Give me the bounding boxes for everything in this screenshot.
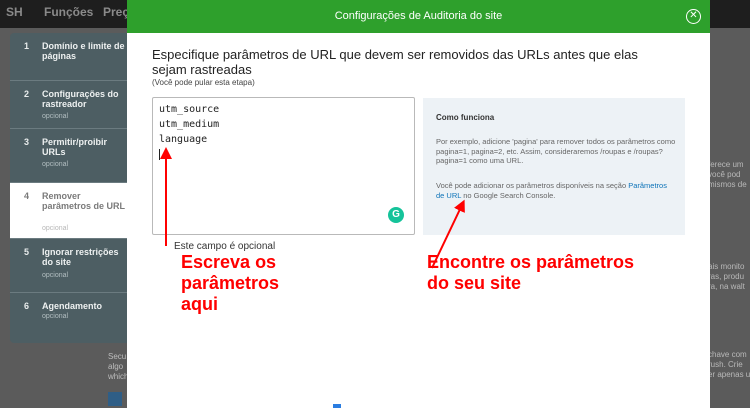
background-tool-icon — [108, 392, 122, 406]
textarea-line: utm_source — [159, 104, 220, 115]
textarea-line: language — [159, 134, 208, 145]
step-number: 2 — [24, 89, 30, 99]
step-title: Remover parâmetros de URL — [42, 191, 126, 211]
step-bypass-site-restrictions[interactable]: 5 Ignorar restrições do site opcional — [10, 239, 128, 293]
wizard-stepper: 1 Domínio e limite de páginas 2 Configur… — [10, 33, 128, 343]
background-text-right-3: chave com rush. Crie er apenas u — [708, 350, 750, 379]
step-number: 4 — [24, 191, 30, 201]
text-caret — [159, 149, 160, 160]
site-audit-settings-modal: Configurações de Auditoria do site ✕ Esp… — [127, 0, 710, 408]
step-scheduling[interactable]: 6 Agendamento opcional — [10, 293, 128, 343]
grammarly-icon[interactable]: G — [388, 207, 404, 223]
step-remove-url-parameters[interactable]: 4 Remover parâmetros de URL opcional — [10, 183, 128, 239]
background-nav-item-features[interactable]: Funções — [44, 5, 93, 19]
how-it-works-panel: Como funciona Por exemplo, adicione 'pag… — [423, 98, 685, 235]
step-optional-label: opcional — [42, 272, 69, 279]
url-parameters-textarea[interactable]: utm_source utm_medium language G — [152, 97, 415, 235]
step-number: 3 — [24, 137, 30, 147]
modal-header: Configurações de Auditoria do site ✕ — [127, 0, 710, 33]
step-optional-label: opcional — [42, 161, 69, 168]
step-title: Domínio e limite de páginas — [42, 41, 125, 61]
section-heading: Especifique parâmetros de URL que devem … — [152, 47, 638, 77]
step-allow-disallow-urls[interactable]: 3 Permitir/proibir URLs opcional — [10, 129, 128, 183]
step-title: Agendamento — [42, 301, 103, 311]
step-optional-label: opcional — [42, 225, 69, 232]
background-text-right-1: ferece um você pod mismos de — [708, 160, 747, 189]
step-title: Configurações do rastreador — [42, 89, 119, 109]
background-text-bottom: Secu algo which — [108, 352, 128, 381]
step-number: 6 — [24, 301, 30, 311]
annotation-find-parameters: Encontre os parâmetros do seu site — [427, 252, 635, 293]
step-optional-label: opcional — [42, 113, 69, 120]
background-text-right-2: ais monito ras, produ ra, na walt — [708, 262, 745, 291]
background-nav-logo: SH — [6, 5, 23, 19]
modal-title: Configurações de Auditoria do site — [334, 10, 503, 22]
textarea-line: utm_medium — [159, 119, 220, 130]
step-number: 1 — [24, 41, 30, 51]
step-optional-label: opcional — [42, 313, 69, 320]
optional-field-note: Este campo é opcional — [174, 241, 276, 252]
how-it-works-example: Por exemplo, adicione 'pagina' para remo… — [436, 137, 676, 165]
background-nav-item-pricing[interactable]: Preç — [103, 5, 129, 19]
step-crawler-settings[interactable]: 2 Configurações do rastreador opcional — [10, 81, 128, 129]
close-icon[interactable]: ✕ — [686, 9, 701, 24]
how-it-works-title: Como funciona — [436, 113, 495, 122]
checkbox-icon[interactable] — [333, 404, 341, 408]
step-title: Ignorar restrições do site — [42, 247, 119, 267]
step-title: Permitir/proibir URLs — [42, 137, 108, 157]
skip-step-note: (Você pode pular esta etapa) — [152, 78, 255, 87]
step-number: 5 — [24, 247, 30, 257]
annotation-write-parameters: Escreva os parâmetros aqui — [181, 252, 280, 314]
step-domain-limit[interactable]: 1 Domínio e limite de páginas — [10, 33, 128, 81]
how-it-works-gsc-note: Você pode adicionar os parâmetros dispon… — [436, 181, 667, 200]
